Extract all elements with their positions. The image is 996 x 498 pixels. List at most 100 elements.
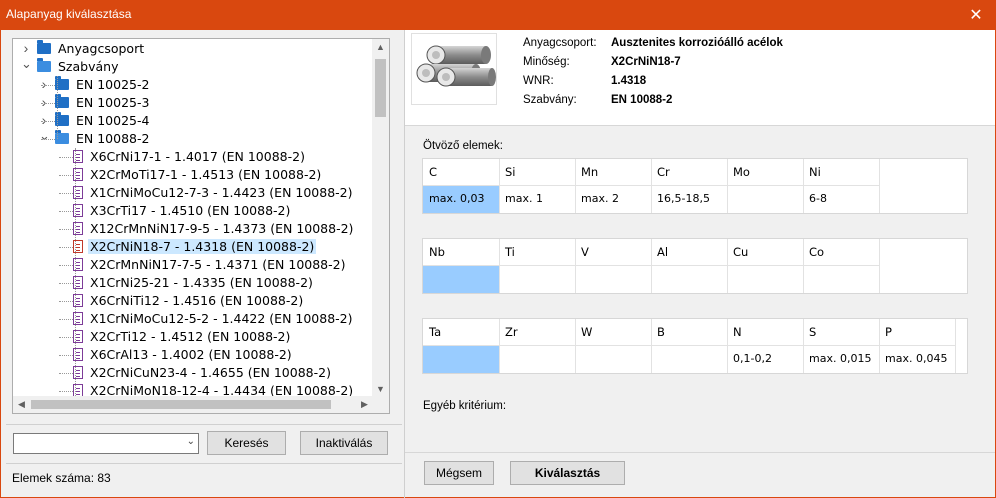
tree-item-folder[interactable]: Szabvány — [37, 58, 120, 76]
element-symbol: Cu — [727, 239, 804, 266]
element-symbol: Mn — [575, 159, 652, 186]
element-value[interactable] — [651, 266, 728, 293]
tree-item-material[interactable]: X1CrNi25-21 - 1.4335 (EN 10088-2) — [73, 274, 315, 292]
tree-item-folder[interactable]: EN 10025-4 — [55, 112, 151, 130]
scroll-right-icon[interactable]: ▶ — [356, 396, 373, 413]
horizontal-scrollbar[interactable]: ◀ ▶ — [13, 396, 373, 413]
element-value[interactable] — [575, 346, 652, 373]
element-value[interactable]: max. 2 — [575, 186, 652, 213]
tree-connector — [59, 283, 73, 284]
scroll-thumb[interactable] — [375, 59, 386, 117]
element-symbol: S — [803, 319, 880, 346]
element-value[interactable]: max. 0,045 — [879, 346, 956, 373]
element-value[interactable] — [423, 266, 500, 293]
element-value[interactable]: max. 0,03 — [423, 186, 500, 213]
tree-item-material[interactable]: X1CrNiMoCu12-5-2 - 1.4422 (EN 10088-2) — [73, 310, 355, 328]
tree-connector — [59, 373, 73, 374]
tree-item-material[interactable]: X2CrTi12 - 1.4512 (EN 10088-2) — [73, 328, 292, 346]
material-tree[interactable]: › Anyagcsoport ⌄ Szabvány › EN 10025-2 › EN 100… — [12, 38, 390, 414]
tree-item-material[interactable]: X6CrNiTi12 - 1.4516 (EN 10088-2) — [73, 292, 305, 310]
tree-connector — [41, 121, 55, 122]
alloy-element-table: Ta Zr W B N 0,1-0,2 Smax. 0,015 Pmax. 0,045 — [422, 318, 968, 374]
tree-connector — [59, 211, 73, 212]
tree-item-label: EN 10025-3 — [76, 95, 150, 110]
tree-connector — [59, 301, 73, 302]
search-row: ⌄ Keresés Inaktiválás — [6, 424, 402, 464]
tree-item-folder[interactable]: Anyagcsoport — [37, 40, 146, 58]
tree-item-material[interactable]: X2CrNiN18-7 - 1.4318 (EN 10088-2) — [73, 238, 317, 256]
cancel-button[interactable]: Mégsem — [424, 461, 494, 485]
element-value[interactable] — [651, 346, 728, 373]
tree-item-material[interactable]: X12CrMnNiN17-9-5 - 1.4373 (EN 10088-2) — [73, 220, 355, 238]
element-symbol: Mo — [727, 159, 804, 186]
element-value[interactable] — [803, 266, 880, 293]
chevron-down-icon[interactable]: ⌄ — [21, 57, 32, 76]
deactivate-button[interactable]: Inaktiválás — [300, 431, 388, 455]
element-value[interactable] — [727, 266, 804, 293]
window-title: Alapanyag kiválasztása — [6, 7, 132, 21]
grade-value: X2CrNiN18-7 — [611, 56, 681, 68]
scroll-corner — [372, 396, 389, 413]
tree-guide — [75, 148, 76, 399]
vertical-scrollbar[interactable]: ▲ ▼ — [372, 39, 389, 398]
search-combobox[interactable]: ⌄ — [13, 433, 199, 454]
element-value[interactable] — [575, 266, 652, 293]
material-image — [411, 33, 497, 105]
element-symbol: V — [575, 239, 652, 266]
tree-item-material[interactable]: X6CrAl13 - 1.4002 (EN 10088-2) — [73, 346, 294, 364]
element-value[interactable] — [499, 266, 576, 293]
tree-item-folder[interactable]: EN 10025-3 — [55, 94, 151, 112]
tree-item-folder[interactable]: EN 10088-2 — [55, 130, 151, 148]
tree-item-material[interactable]: X1CrNiMoCu12-7-3 - 1.4423 (EN 10088-2) — [73, 184, 355, 202]
tree-item-label: X2CrNiCuN23-4 - 1.4655 (EN 10088-2) — [90, 365, 331, 380]
tree-connector — [59, 337, 73, 338]
tree-item-material[interactable]: X3CrTi17 - 1.4510 (EN 10088-2) — [73, 202, 292, 220]
close-icon[interactable]: ✕ — [956, 0, 996, 30]
tree-connector — [59, 157, 73, 158]
element-value[interactable]: 16,5-18,5 — [651, 186, 728, 213]
element-symbol: Ti — [499, 239, 576, 266]
element-symbol: W — [575, 319, 652, 346]
element-value[interactable]: max. 1 — [499, 186, 576, 213]
tree-item-label: X1CrNiMoCu12-5-2 - 1.4422 (EN 10088-2) — [90, 311, 353, 326]
element-value[interactable]: 0,1-0,2 — [727, 346, 804, 373]
hscroll-thumb[interactable] — [31, 400, 331, 409]
tree-item-material[interactable]: X2CrNiCuN23-4 - 1.4655 (EN 10088-2) — [73, 364, 333, 382]
tree-item-label: X12CrMnNiN17-9-5 - 1.4373 (EN 10088-2) — [90, 221, 354, 236]
tree-connector — [59, 391, 73, 392]
element-value[interactable]: 6-8 — [803, 186, 880, 213]
tree-item-material[interactable]: X6CrNi17-1 - 1.4017 (EN 10088-2) — [73, 148, 307, 166]
element-symbol: Al — [651, 239, 728, 266]
alloy-elements-label: Ötvöző elemek: — [423, 140, 503, 152]
tree-item-label: X6CrNi17-1 - 1.4017 (EN 10088-2) — [90, 149, 305, 164]
tree-item-label: X6CrAl13 - 1.4002 (EN 10088-2) — [90, 347, 292, 362]
scroll-up-icon[interactable]: ▲ — [372, 39, 389, 56]
element-symbol: B — [651, 319, 728, 346]
tree-item-folder[interactable]: EN 10025-2 — [55, 76, 151, 94]
element-value[interactable] — [423, 346, 500, 373]
group-label: Anyagcsoport: — [523, 37, 597, 49]
chevron-down-icon[interactable]: ⌄ — [187, 436, 195, 447]
button-separator — [405, 452, 995, 453]
grade-label: Minőség: — [523, 56, 570, 68]
element-value[interactable] — [499, 346, 576, 373]
wnr-label: WNR: — [523, 75, 554, 87]
tree-connector — [59, 229, 73, 230]
element-symbol: Si — [499, 159, 576, 186]
element-value[interactable] — [727, 186, 804, 213]
tree-connector — [59, 193, 73, 194]
element-value[interactable]: max. 0,015 — [803, 346, 880, 373]
standard-value: EN 10088-2 — [611, 94, 673, 106]
search-button[interactable]: Keresés — [207, 431, 286, 455]
scroll-left-icon[interactable]: ◀ — [13, 396, 30, 413]
tree-item-material[interactable]: X2CrMoTi17-1 - 1.4513 (EN 10088-2) — [73, 166, 323, 184]
element-symbol: Nb — [423, 239, 500, 266]
tree-item-label: X3CrTi17 - 1.4510 (EN 10088-2) — [90, 203, 291, 218]
select-button[interactable]: Kiválasztás — [510, 461, 625, 485]
folder-open-icon — [37, 58, 51, 72]
tree-connector — [41, 139, 55, 140]
tree-item-label: EN 10025-4 — [76, 113, 150, 128]
steel-bars-icon — [416, 45, 496, 87]
tree-item-material[interactable]: X2CrMnNiN17-7-5 - 1.4371 (EN 10088-2) — [73, 256, 347, 274]
title-bar: Alapanyag kiválasztása ✕ — [0, 0, 996, 30]
